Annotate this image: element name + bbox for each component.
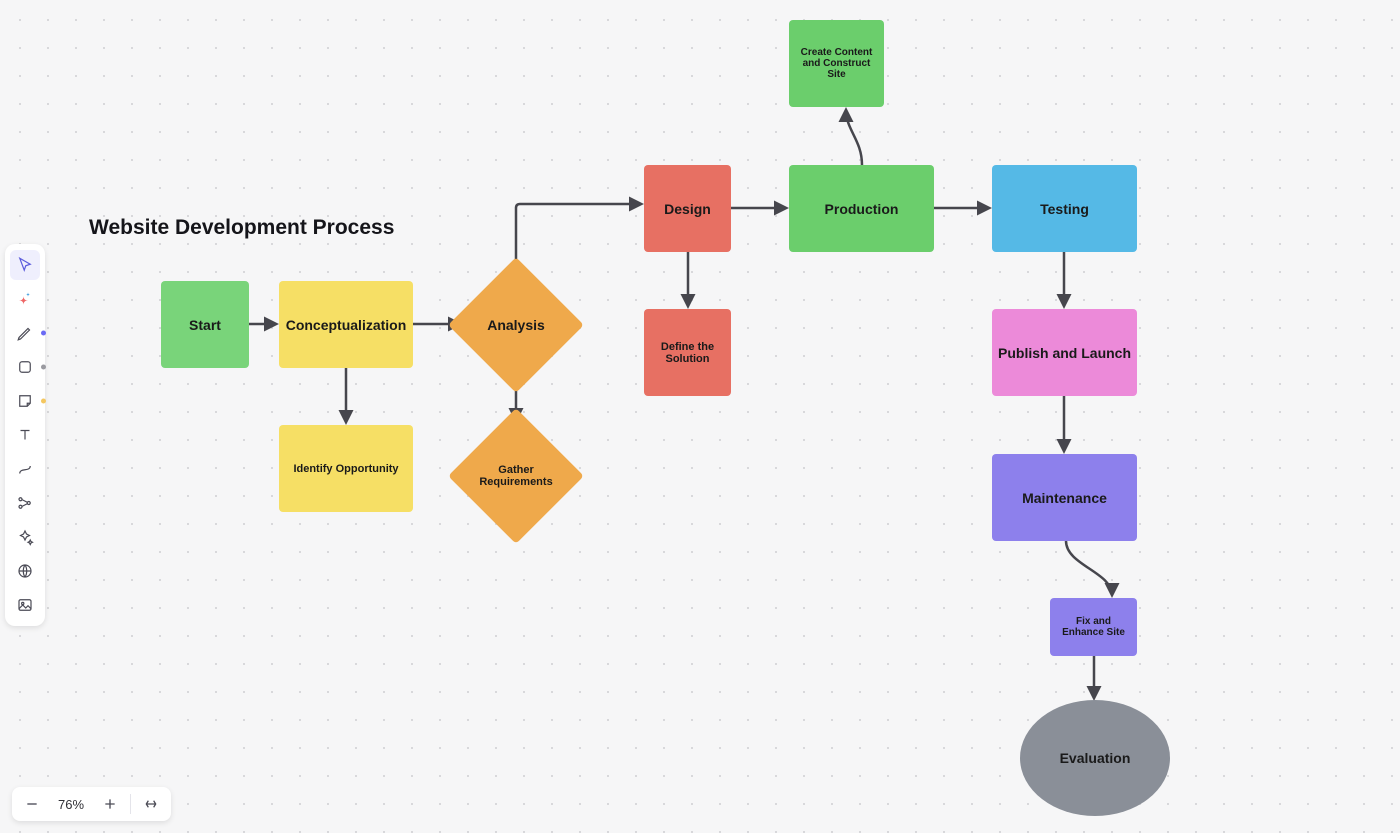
node-gather-label: Gather Requirements	[468, 428, 564, 524]
sparkle-icon	[16, 528, 34, 546]
fit-to-screen-button[interactable]	[137, 790, 165, 818]
minus-icon	[24, 796, 40, 812]
node-design[interactable]: Design	[644, 165, 731, 252]
globe-icon	[16, 562, 34, 580]
node-identify-opportunity[interactable]: Identify Opportunity	[279, 425, 413, 512]
zoom-divider	[130, 794, 131, 814]
node-conceptualization[interactable]: Conceptualization	[279, 281, 413, 368]
graph-icon	[16, 494, 34, 512]
shape-color-badge	[41, 365, 46, 370]
cursor-icon	[16, 256, 34, 274]
sparkle-tool[interactable]	[10, 522, 40, 552]
node-fix-enhance[interactable]: Fix and Enhance Site	[1050, 598, 1137, 656]
toolbar	[5, 244, 45, 626]
shape-tool[interactable]	[10, 352, 40, 382]
fit-icon	[143, 796, 159, 812]
zoom-in-button[interactable]	[96, 790, 124, 818]
node-publish-launch[interactable]: Publish and Launch	[992, 309, 1137, 396]
sticky-color-badge	[41, 399, 46, 404]
image-icon	[16, 596, 34, 614]
select-tool[interactable]	[10, 250, 40, 280]
pen-color-badge	[41, 331, 46, 336]
node-gather-requirements[interactable]: Gather Requirements	[468, 428, 564, 524]
pen-icon	[16, 324, 34, 342]
node-analysis-label: Analysis	[468, 277, 564, 373]
zoom-out-button[interactable]	[18, 790, 46, 818]
connector-icon	[16, 460, 34, 478]
magic-tool[interactable]	[10, 284, 40, 314]
connector-tool[interactable]	[10, 454, 40, 484]
pen-tool[interactable]	[10, 318, 40, 348]
node-define-solution[interactable]: Define the Solution	[644, 309, 731, 396]
zoom-bar: 76%	[12, 787, 171, 821]
sticky-icon	[16, 392, 34, 410]
node-maintenance[interactable]: Maintenance	[992, 454, 1137, 541]
text-icon	[16, 426, 34, 444]
node-create-content[interactable]: Create Content and Construct Site	[789, 20, 884, 107]
diagram-title[interactable]: Website Development Process	[89, 216, 394, 240]
plus-icon	[102, 796, 118, 812]
node-start[interactable]: Start	[161, 281, 249, 368]
text-tool[interactable]	[10, 420, 40, 450]
globe-tool[interactable]	[10, 556, 40, 586]
zoom-level-label[interactable]: 76%	[50, 797, 92, 812]
node-testing[interactable]: Testing	[992, 165, 1137, 252]
graph-tool[interactable]	[10, 488, 40, 518]
square-icon	[16, 358, 34, 376]
magic-icon	[16, 290, 34, 308]
sticky-tool[interactable]	[10, 386, 40, 416]
node-analysis[interactable]: Analysis	[468, 277, 564, 373]
canvas[interactable]	[0, 0, 1400, 833]
image-tool[interactable]	[10, 590, 40, 620]
node-production[interactable]: Production	[789, 165, 934, 252]
node-evaluation[interactable]: Evaluation	[1020, 700, 1170, 816]
